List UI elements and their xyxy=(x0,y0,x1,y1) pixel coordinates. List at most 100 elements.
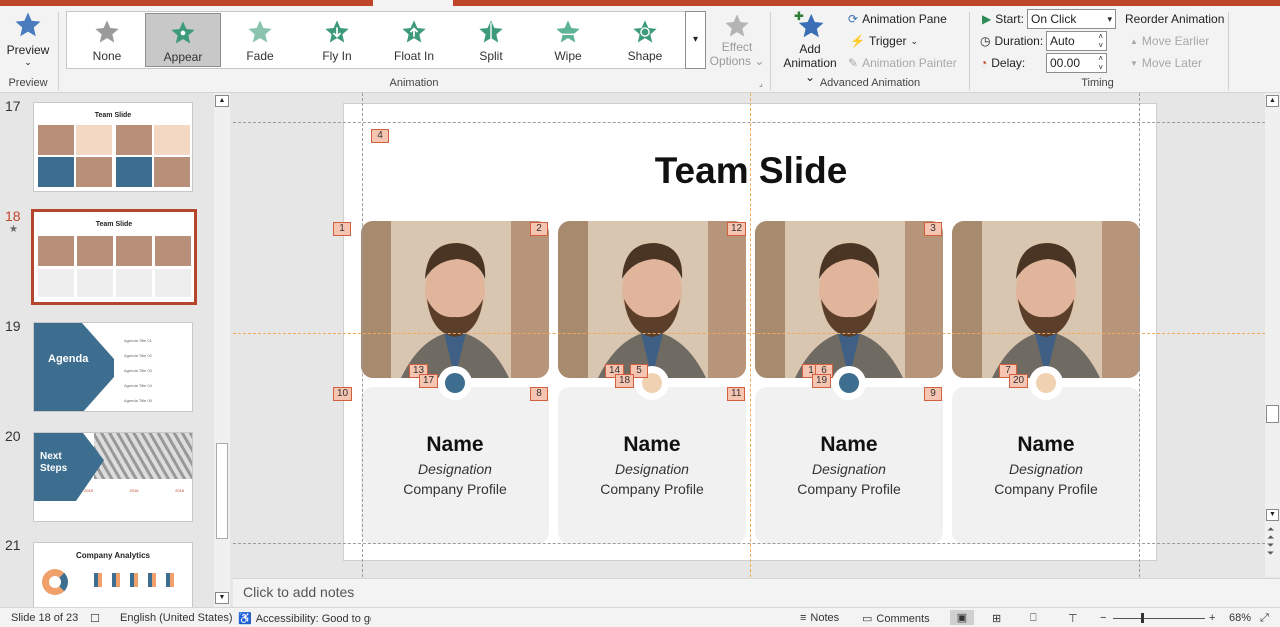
animation-none[interactable]: None xyxy=(69,13,145,67)
comments-button[interactable]: ▭ Comments xyxy=(862,612,930,626)
drawing-guide[interactable] xyxy=(362,93,363,577)
animation-order-tag[interactable]: 4 xyxy=(371,129,389,143)
language-indicator[interactable]: English (United States) xyxy=(120,612,233,624)
animation-order-tag[interactable]: 10 xyxy=(333,387,353,401)
normal-view-button[interactable]: ▣ xyxy=(950,610,974,625)
slide-sorter-button[interactable]: ⊞ xyxy=(992,612,1001,625)
member-company[interactable]: Company Profile xyxy=(755,481,943,497)
editor-scrollbar[interactable]: ▲ ▼ ⏶ ⏶ ⏷ ⏷ xyxy=(1265,93,1280,577)
spinner-arrows-icon[interactable]: ˄ ˅ xyxy=(1098,54,1103,72)
animation-order-tag[interactable]: 1 xyxy=(333,222,351,236)
reading-view-button[interactable]: ⎕ xyxy=(1030,612,1037,625)
member-company[interactable]: Company Profile xyxy=(558,481,746,497)
member-company[interactable]: Company Profile xyxy=(952,481,1140,497)
scroll-up-icon[interactable]: ▲ xyxy=(1266,95,1279,107)
animation-order-tag[interactable]: 8 xyxy=(530,387,548,401)
move-later-button[interactable]: ▼ Move Later xyxy=(1130,56,1202,70)
zoom-slider[interactable] xyxy=(1113,618,1205,619)
gallery-more-button[interactable]: ▾ xyxy=(685,11,706,69)
member-name[interactable]: Name xyxy=(952,433,1140,457)
team-member-card[interactable]: Name Designation Company Profile xyxy=(558,387,746,544)
scroll-down-icon[interactable]: ▼ xyxy=(215,592,229,604)
member-designation[interactable]: Designation xyxy=(558,461,746,477)
notes-pane[interactable]: Click to add notes xyxy=(233,578,1280,607)
center-guide[interactable] xyxy=(233,333,1265,334)
zoom-level[interactable]: 68% xyxy=(1229,612,1251,624)
next-slide-icon[interactable]: ⏷ ⏷ xyxy=(1267,541,1274,558)
slide-thumbnail-19[interactable]: Agenda Agenda Title 01 Agenda Title 02 A… xyxy=(33,322,193,412)
previous-slide-icon[interactable]: ⏶ ⏶ xyxy=(1267,525,1274,542)
spinner-arrows-icon[interactable]: ˄ ˅ xyxy=(1098,32,1103,50)
animation-order-tag[interactable]: 9 xyxy=(924,387,942,401)
slide-thumbnail-20[interactable]: Next Steps 2015 2016 2018 xyxy=(33,432,193,522)
team-photo[interactable] xyxy=(952,221,1140,378)
animation-float-in[interactable]: Float In xyxy=(376,13,452,67)
preview-button[interactable]: Preview ⌄ xyxy=(4,10,52,74)
animation-order-tag[interactable]: 3 xyxy=(924,222,942,236)
slide-thumbnail-17[interactable]: Team Slide xyxy=(33,102,193,192)
drawing-guide[interactable] xyxy=(1139,93,1140,577)
connector-dot[interactable] xyxy=(438,366,472,400)
member-company[interactable]: Company Profile xyxy=(361,481,549,497)
team-photo[interactable] xyxy=(361,221,549,378)
animation-fly-in[interactable]: Fly In xyxy=(299,13,375,67)
slideshow-button[interactable]: ⊤ xyxy=(1068,612,1078,625)
animation-painter-button[interactable]: ✎ Animation Painter xyxy=(848,56,957,70)
duration-spinner[interactable]: Auto ˄ ˅ xyxy=(1046,31,1107,51)
thumbnail-scrollbar[interactable]: ▲ ▼ xyxy=(214,93,230,607)
connector-dot[interactable] xyxy=(832,366,866,400)
add-animation-button[interactable]: Add Animation ⌄ xyxy=(778,10,842,84)
team-photo[interactable] xyxy=(755,221,943,378)
slide-counter[interactable]: Slide 18 of 23 xyxy=(11,612,78,624)
animation-split[interactable]: Split xyxy=(453,13,529,67)
notes-button[interactable]: ≡ Notes xyxy=(800,612,839,624)
animation-order-tag[interactable]: 20 xyxy=(1009,374,1029,388)
team-member-card[interactable]: Name Designation Company Profile xyxy=(361,387,549,544)
accessibility-status[interactable]: ♿ Accessibility: Good to go xyxy=(238,612,371,626)
effect-options-button[interactable]: Effect Options ⌄ xyxy=(708,12,766,68)
animation-pane-button[interactable]: ⟳ Animation Pane xyxy=(848,12,947,26)
animation-order-tag[interactable]: 17 xyxy=(419,374,439,388)
animation-order-tag[interactable]: 19 xyxy=(812,374,832,388)
zoom-out-button[interactable]: − xyxy=(1100,612,1106,624)
animation-order-tag[interactable]: 12 xyxy=(727,222,747,236)
spellcheck-icon[interactable]: ☐ xyxy=(90,612,100,625)
slide-thumbnail-18[interactable]: Team Slide xyxy=(31,209,197,305)
slide-thumbnail-21[interactable]: Company Analytics xyxy=(33,542,193,607)
delay-spinner[interactable]: 00.00 ˄ ˅ xyxy=(1046,53,1107,73)
animation-fade[interactable]: Fade xyxy=(222,13,298,67)
slide-title[interactable]: Team Slide xyxy=(344,150,1158,192)
animation-appear[interactable]: Appear xyxy=(145,13,221,67)
team-member-card[interactable]: Name Designation Company Profile xyxy=(952,387,1140,544)
animation-wipe[interactable]: Wipe xyxy=(530,13,606,67)
team-photo[interactable] xyxy=(558,221,746,378)
animation-order-tag[interactable]: 2 xyxy=(530,222,548,236)
scroll-thumb[interactable] xyxy=(1266,405,1279,423)
connector-dot[interactable] xyxy=(1029,366,1063,400)
zoom-slider-thumb[interactable] xyxy=(1141,613,1144,623)
move-earlier-button[interactable]: ▲ Move Earlier xyxy=(1130,34,1209,48)
scroll-up-icon[interactable]: ▲ xyxy=(215,95,229,107)
zoom-in-button[interactable]: + xyxy=(1209,612,1215,624)
drawing-guide[interactable] xyxy=(233,122,1265,123)
member-name[interactable]: Name xyxy=(361,433,549,457)
team-member-card[interactable]: Name Designation Company Profile xyxy=(755,387,943,544)
drawing-guide[interactable] xyxy=(233,543,1265,544)
animation-order-tag[interactable]: 11 xyxy=(727,387,746,401)
animation-order-tag[interactable]: 18 xyxy=(615,374,635,388)
member-designation[interactable]: Designation xyxy=(361,461,549,477)
chevron-down-icon[interactable]: ⌄ xyxy=(4,57,52,68)
scroll-thumb[interactable] xyxy=(216,443,228,539)
dialog-launcher-icon[interactable]: ⌟ xyxy=(759,79,763,88)
chevron-down-icon: ▾ xyxy=(1107,14,1112,24)
member-designation[interactable]: Designation xyxy=(952,461,1140,477)
trigger-button[interactable]: ⚡ Trigger ⌄ xyxy=(850,34,918,48)
start-dropdown[interactable]: On Click ▾ xyxy=(1027,9,1116,29)
animation-shape[interactable]: Shape xyxy=(607,13,683,67)
member-designation[interactable]: Designation xyxy=(755,461,943,477)
center-guide[interactable] xyxy=(750,93,751,577)
scroll-down-icon[interactable]: ▼ xyxy=(1266,509,1279,521)
member-name[interactable]: Name xyxy=(755,433,943,457)
member-name[interactable]: Name xyxy=(558,433,746,457)
fit-to-window-icon[interactable]: ⤢ xyxy=(1260,612,1269,625)
